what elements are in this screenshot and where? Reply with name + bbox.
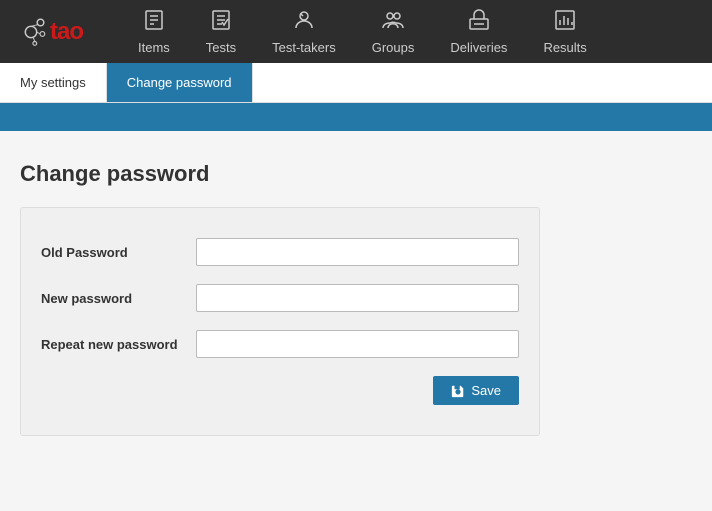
test-takers-icon — [292, 8, 316, 36]
accent-bar — [0, 103, 712, 131]
page-content: Change password Old Password New passwor… — [0, 131, 712, 466]
nav-item-deliveries[interactable]: Deliveries — [432, 0, 525, 63]
top-navigation: tao Items — [0, 0, 712, 63]
nav-item-results[interactable]: Results — [525, 0, 604, 63]
new-password-label: New password — [41, 291, 196, 306]
change-password-form: Old Password New password Repeat new pas… — [20, 207, 540, 436]
old-password-input[interactable] — [196, 238, 519, 266]
nav-groups-label: Groups — [372, 40, 415, 55]
nav-results-label: Results — [543, 40, 586, 55]
nav-item-test-takers[interactable]: Test-takers — [254, 0, 354, 63]
nav-items-container: Items Tests Test — [120, 0, 605, 63]
new-password-input[interactable] — [196, 284, 519, 312]
new-password-row: New password — [41, 284, 519, 312]
repeat-password-input[interactable] — [196, 330, 519, 358]
save-icon — [451, 384, 465, 398]
tab-change-password[interactable]: Change password — [107, 63, 253, 102]
save-button[interactable]: Save — [433, 376, 519, 405]
nav-deliveries-label: Deliveries — [450, 40, 507, 55]
page-title: Change password — [20, 161, 692, 187]
items-icon — [142, 8, 166, 36]
nav-test-takers-label: Test-takers — [272, 40, 336, 55]
nav-item-items[interactable]: Items — [120, 0, 188, 63]
deliveries-icon — [467, 8, 491, 36]
save-label: Save — [471, 383, 501, 398]
repeat-password-label: Repeat new password — [41, 337, 196, 352]
tests-icon — [209, 8, 233, 36]
groups-icon — [381, 8, 405, 36]
nav-item-groups[interactable]: Groups — [354, 0, 433, 63]
subtabs-bar: My settings Change password — [0, 63, 712, 103]
logo-red-part: tao — [50, 18, 83, 45]
tab-my-settings[interactable]: My settings — [0, 63, 107, 102]
old-password-row: Old Password — [41, 238, 519, 266]
form-actions: Save — [41, 376, 519, 405]
old-password-label: Old Password — [41, 245, 196, 260]
nav-items-label: Items — [138, 40, 170, 55]
nav-item-tests[interactable]: Tests — [188, 0, 254, 63]
results-icon — [553, 8, 577, 36]
nav-tests-label: Tests — [206, 40, 236, 55]
repeat-password-row: Repeat new password — [41, 330, 519, 358]
app-logo: tao — [10, 13, 100, 51]
